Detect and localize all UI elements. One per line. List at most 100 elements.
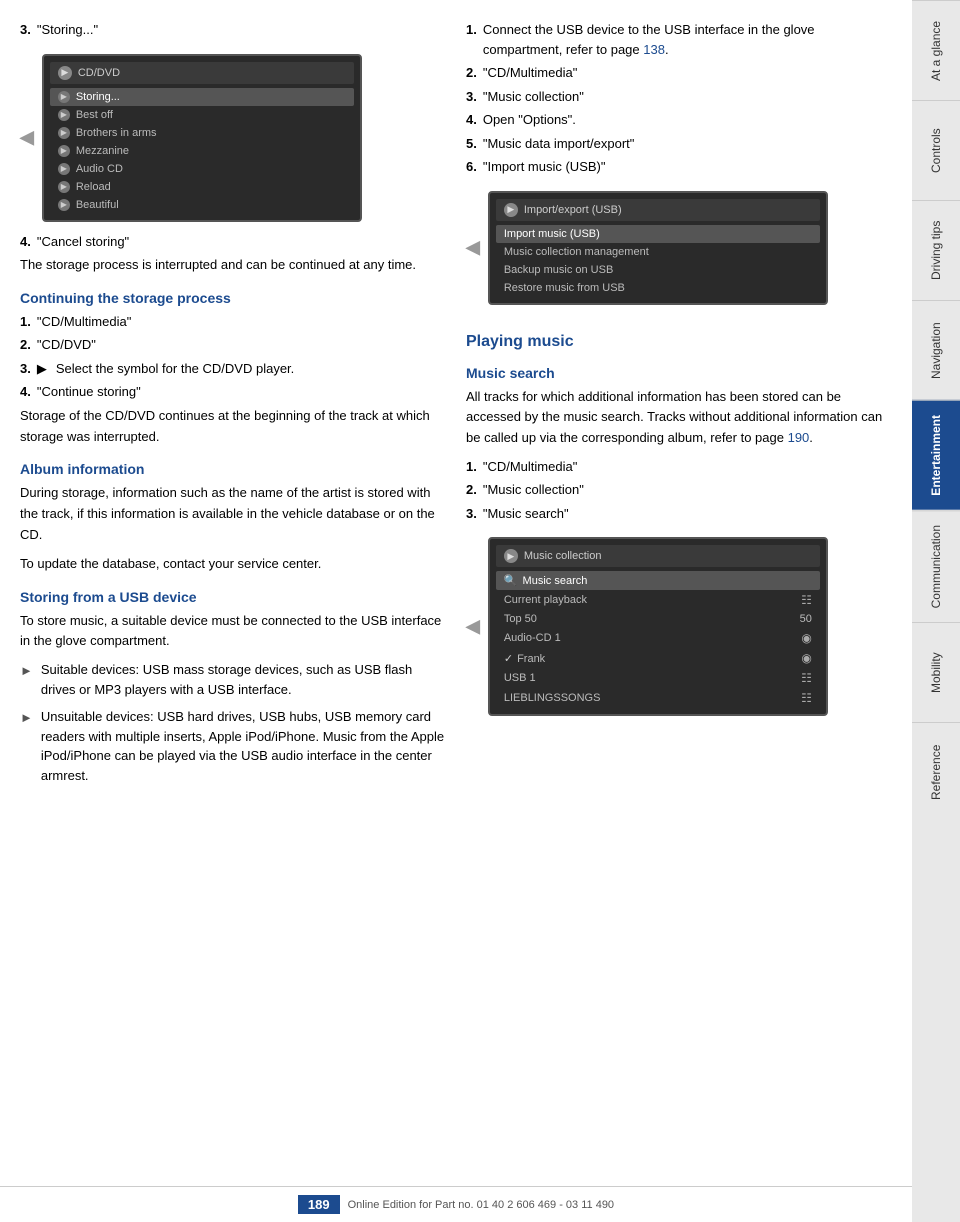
- screen-header: ▶ CD/DVD: [50, 62, 354, 84]
- bullet-1-text: Suitable devices: USB mass storage devic…: [41, 660, 446, 699]
- bullet-2-text: Unsuitable devices: USB hard drives, USB…: [41, 707, 446, 785]
- row-icon-beautiful: ▶: [58, 199, 70, 211]
- mc-row-lieblingssongs-text: LIEBLINGSSONGS: [504, 692, 601, 704]
- page-number: 189: [298, 1195, 340, 1214]
- page-138-link[interactable]: 138: [643, 42, 665, 57]
- page-190-link[interactable]: 190: [788, 430, 810, 445]
- continuing-desc: Storage of the CD/DVD continues at the b…: [20, 406, 446, 448]
- cd-dvd-screen: ▶ CD/DVD ▶ Storing... ▶ Best off ▶ Broth…: [42, 54, 362, 222]
- mc-row-current: Current playback ☷: [496, 590, 820, 610]
- mc-screen-header: ▶ Music collection: [496, 545, 820, 567]
- continuing-step-1: 1. "CD/Multimedia": [20, 312, 446, 332]
- nav-arrow-left[interactable]: ◀: [20, 127, 34, 148]
- usb-nav-arrow-left[interactable]: ◀: [466, 237, 480, 258]
- right-step-5: 5. "Music data import/export": [466, 134, 892, 154]
- screen-row-beautiful: ▶ Beautiful: [50, 196, 354, 214]
- rs6-text: "Import music (USB)": [483, 157, 606, 177]
- playing-music-heading: Playing music: [466, 333, 892, 351]
- sidebar-tab-controls[interactable]: Controls: [912, 100, 960, 200]
- usb-row-backup: Backup music on USB: [496, 261, 820, 279]
- usb-screen-title: Import/export (USB): [524, 204, 622, 216]
- mc-row-audiocd1-text: Audio-CD 1: [504, 632, 561, 644]
- right-step-2: 2. "CD/Multimedia": [466, 63, 892, 83]
- cs3-number: 3.: [20, 359, 31, 379]
- sidebar-tab-at-a-glance[interactable]: At a glance: [912, 0, 960, 100]
- sidebar-tab-mobility[interactable]: Mobility: [912, 622, 960, 722]
- right-column: 1. Connect the USB device to the USB int…: [466, 20, 892, 1182]
- rs4-num: 4.: [466, 110, 477, 130]
- row-icon-audiocd: ▶: [58, 163, 70, 175]
- step-4-number: 4.: [20, 232, 31, 252]
- mc-row-search-text: Music search: [523, 575, 588, 587]
- rs2-num: 2.: [466, 63, 477, 83]
- mc-row-top50: Top 50 50: [496, 610, 820, 628]
- left-column: 3. "Storing..." ◀ ▶ CD/DVD ▶ Storing...: [20, 20, 446, 1182]
- row-icon-storing: ▶: [58, 91, 70, 103]
- ms-step-1: 1. "CD/Multimedia": [466, 457, 892, 477]
- cs2-number: 2.: [20, 335, 31, 355]
- frank-icon: ◉: [801, 651, 811, 665]
- sidebar-tab-communication[interactable]: Communication: [912, 510, 960, 622]
- step-4-item: 4. "Cancel storing": [20, 232, 446, 252]
- usb-row-import-text: Import music (USB): [504, 228, 600, 240]
- mc-row-top50-text: Top 50: [504, 613, 537, 625]
- ms1-text: "CD/Multimedia": [483, 457, 577, 477]
- bullet-1: ► Suitable devices: USB mass storage dev…: [20, 660, 446, 699]
- music-collection-screen: ▶ Music collection 🔍 Music search Curren…: [488, 537, 828, 716]
- right-step-1: 1. Connect the USB device to the USB int…: [466, 20, 892, 59]
- row-icon-bestoff: ▶: [58, 109, 70, 121]
- screen-title: CD/DVD: [78, 67, 120, 79]
- row-text-brothers: Brothers in arms: [76, 127, 157, 139]
- mc-row-usb1: USB 1 ☷: [496, 668, 820, 688]
- row-icon-brothers: ▶: [58, 127, 70, 139]
- mc-nav-arrow-left[interactable]: ◀: [466, 616, 480, 637]
- sidebar-tab-driving-tips[interactable]: Driving tips: [912, 200, 960, 300]
- mc-row-current-text: Current playback: [504, 594, 587, 606]
- ms2-num: 2.: [466, 480, 477, 500]
- mc-row-frank-text: ✓Frank: [504, 652, 545, 665]
- sidebar-tab-reference[interactable]: Reference: [912, 722, 960, 822]
- music-search-desc: All tracks for which additional informat…: [466, 387, 892, 449]
- usb-row-management-text: Music collection management: [504, 246, 649, 258]
- sidebar-tab-entertainment[interactable]: Entertainment: [912, 400, 960, 510]
- row-text-mezzanine: Mezzanine: [76, 145, 129, 157]
- usb-row-restore-text: Restore music from USB: [504, 282, 625, 294]
- ms2-text: "Music collection": [483, 480, 584, 500]
- cd-dvd-icon: ▶: [58, 66, 72, 80]
- right-step-3: 3. "Music collection": [466, 87, 892, 107]
- bullet-arrow-1: ►: [20, 661, 33, 699]
- usb-screen-header: ▶ Import/export (USB): [496, 199, 820, 221]
- music-collection-screen-wrapper: ◀ ▶ Music collection 🔍 Music search Curr…: [466, 527, 892, 726]
- cs3-text: Select the symbol for the CD/DVD player.: [56, 359, 294, 379]
- step-3-number: 3.: [20, 20, 31, 40]
- mc-row-search: 🔍 Music search: [496, 571, 820, 590]
- music-search-desc2: .: [809, 430, 813, 445]
- right-step-6: 6. "Import music (USB)": [466, 157, 892, 177]
- row-icon-reload: ▶: [58, 181, 70, 193]
- mc-screen-icon: ▶: [504, 549, 518, 563]
- screen-row-bestoff: ▶ Best off: [50, 106, 354, 124]
- footer: 189 Online Edition for Part no. 01 40 2 …: [0, 1186, 912, 1222]
- bullet-2: ► Unsuitable devices: USB hard drives, U…: [20, 707, 446, 785]
- ms-step-2: 2. "Music collection": [466, 480, 892, 500]
- music-search-desc1: All tracks for which additional informat…: [466, 389, 882, 446]
- step-4-desc: The storage process is interrupted and c…: [20, 255, 446, 276]
- album-desc2: To update the database, contact your ser…: [20, 554, 446, 575]
- usb-screen-wrapper: ◀ ▶ Import/export (USB) Import music (US…: [466, 181, 892, 315]
- sidebar-tab-navigation[interactable]: Navigation: [912, 300, 960, 400]
- audiocd1-icon: ◉: [801, 631, 811, 645]
- usb-row-backup-text: Backup music on USB: [504, 264, 613, 276]
- top50-number: 50: [800, 613, 812, 625]
- screen-row-audiocd: ▶ Audio CD: [50, 160, 354, 178]
- cs2-text: "CD/DVD": [37, 335, 96, 355]
- rs3-text: "Music collection": [483, 87, 584, 107]
- cs1-number: 1.: [20, 312, 31, 332]
- bullet-arrow-2: ►: [20, 708, 33, 785]
- mc-row-lieblingssongs: LIEBLINGSSONGS ☷: [496, 688, 820, 708]
- ms3-text: "Music search": [483, 504, 569, 524]
- rs5-num: 5.: [466, 134, 477, 154]
- screen-row-brothers: ▶ Brothers in arms: [50, 124, 354, 142]
- cs4-number: 4.: [20, 382, 31, 402]
- lieblingssongs-icon: ☷: [801, 691, 812, 705]
- step-3-text: "Storing...": [37, 20, 98, 40]
